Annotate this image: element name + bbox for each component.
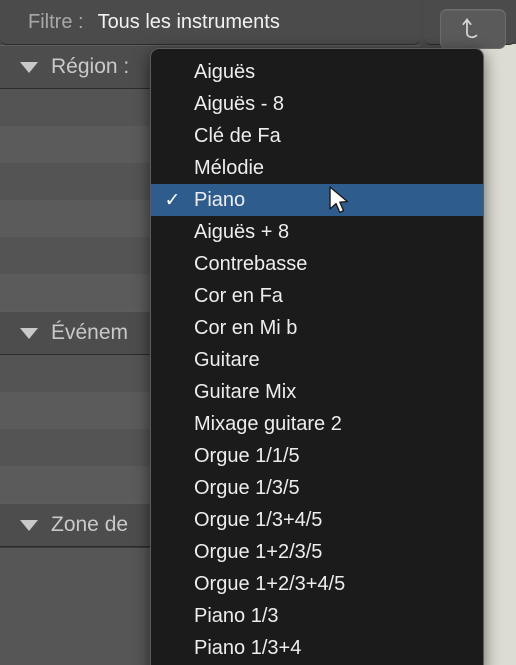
checkmark-icon: ✓ xyxy=(164,189,181,211)
menu-item-label: Piano 1/3+4 xyxy=(194,636,302,659)
menu-item[interactable]: Aiguës - 8 xyxy=(151,88,483,120)
menu-item[interactable]: Orgue 1/3/5 xyxy=(151,472,483,504)
section-title: Événem xyxy=(51,321,129,344)
menu-item-label: Orgue 1+2/3/5 xyxy=(194,540,323,563)
menu-item[interactable]: Cor en Mi b xyxy=(151,312,483,344)
menu-item[interactable]: Piano 1/3 xyxy=(151,600,483,632)
menu-item[interactable]: Cor en Fa xyxy=(151,280,483,312)
instrument-dropdown-menu[interactable]: Aiguës Aiguës - 8 Clé de Fa Mélodie ✓ Piano Ai… xyxy=(150,48,484,665)
menu-item-label: Piano xyxy=(194,188,246,211)
menu-item[interactable]: Orgue 1/1/5 xyxy=(151,440,483,472)
app-window: Région : Sty Quantifi Interprétati Synco… xyxy=(0,0,516,665)
filter-label: Filtre : xyxy=(28,10,84,33)
menu-item[interactable]: Orgue 1+2/3+4/5 xyxy=(151,568,483,600)
menu-item-label: Guitare Mix xyxy=(194,380,297,403)
toolbar-right-group xyxy=(424,0,516,49)
section-title: Région : xyxy=(51,55,130,78)
menu-item-label: Contrebasse xyxy=(194,252,308,275)
menu-item[interactable]: ✓ Piano xyxy=(151,184,483,216)
menu-item-label: Orgue 1/3+4/5 xyxy=(194,508,323,531)
menu-item-label: Piano 1/3 xyxy=(194,604,279,627)
undo-button[interactable] xyxy=(440,9,506,49)
menu-item[interactable]: Contrebasse xyxy=(151,248,483,280)
menu-item[interactable]: Mélodie xyxy=(151,152,483,184)
curved-up-arrow-icon xyxy=(460,16,486,42)
triangle-down-icon[interactable] xyxy=(20,61,38,73)
menu-item-label: Mixage guitare 2 xyxy=(194,412,342,435)
menu-item[interactable]: Orgue 1+2/3/5 xyxy=(151,536,483,568)
menu-item[interactable]: Aiguës xyxy=(151,56,483,88)
filter-bar[interactable]: Filtre : Tous les instruments xyxy=(0,0,420,45)
menu-item-label: Orgue 1/1/5 xyxy=(194,444,300,467)
menu-item-label: Aiguës + 8 xyxy=(194,220,290,243)
menu-item[interactable]: Aiguës + 8 xyxy=(151,216,483,248)
triangle-down-icon[interactable] xyxy=(20,327,38,339)
menu-item[interactable]: Guitare Mix xyxy=(151,376,483,408)
menu-item[interactable]: Clé de Fa xyxy=(151,120,483,152)
filter-value[interactable]: Tous les instruments xyxy=(98,11,280,34)
menu-item-label: Cor en Fa xyxy=(194,284,283,307)
menu-item-label: Aiguës - 8 xyxy=(194,92,285,115)
menu-item-label: Cor en Mi b xyxy=(194,316,298,339)
menu-item-label: Mélodie xyxy=(194,156,265,179)
menu-item-label: Orgue 1/3/5 xyxy=(194,476,300,499)
menu-item[interactable]: Orgue 1/3+4/5 xyxy=(151,504,483,536)
section-title: Zone de xyxy=(51,513,129,536)
menu-item-label: Aiguës xyxy=(194,60,256,83)
menu-item-label: Clé de Fa xyxy=(194,124,281,147)
menu-item[interactable]: Mixage guitare 2 xyxy=(151,408,483,440)
menu-item[interactable]: Piano 1/3+4 xyxy=(151,632,483,664)
triangle-down-icon[interactable] xyxy=(20,519,38,531)
menu-item[interactable]: Guitare xyxy=(151,344,483,376)
menu-item-label: Guitare xyxy=(194,348,260,371)
menu-item-label: Orgue 1+2/3+4/5 xyxy=(194,572,346,595)
